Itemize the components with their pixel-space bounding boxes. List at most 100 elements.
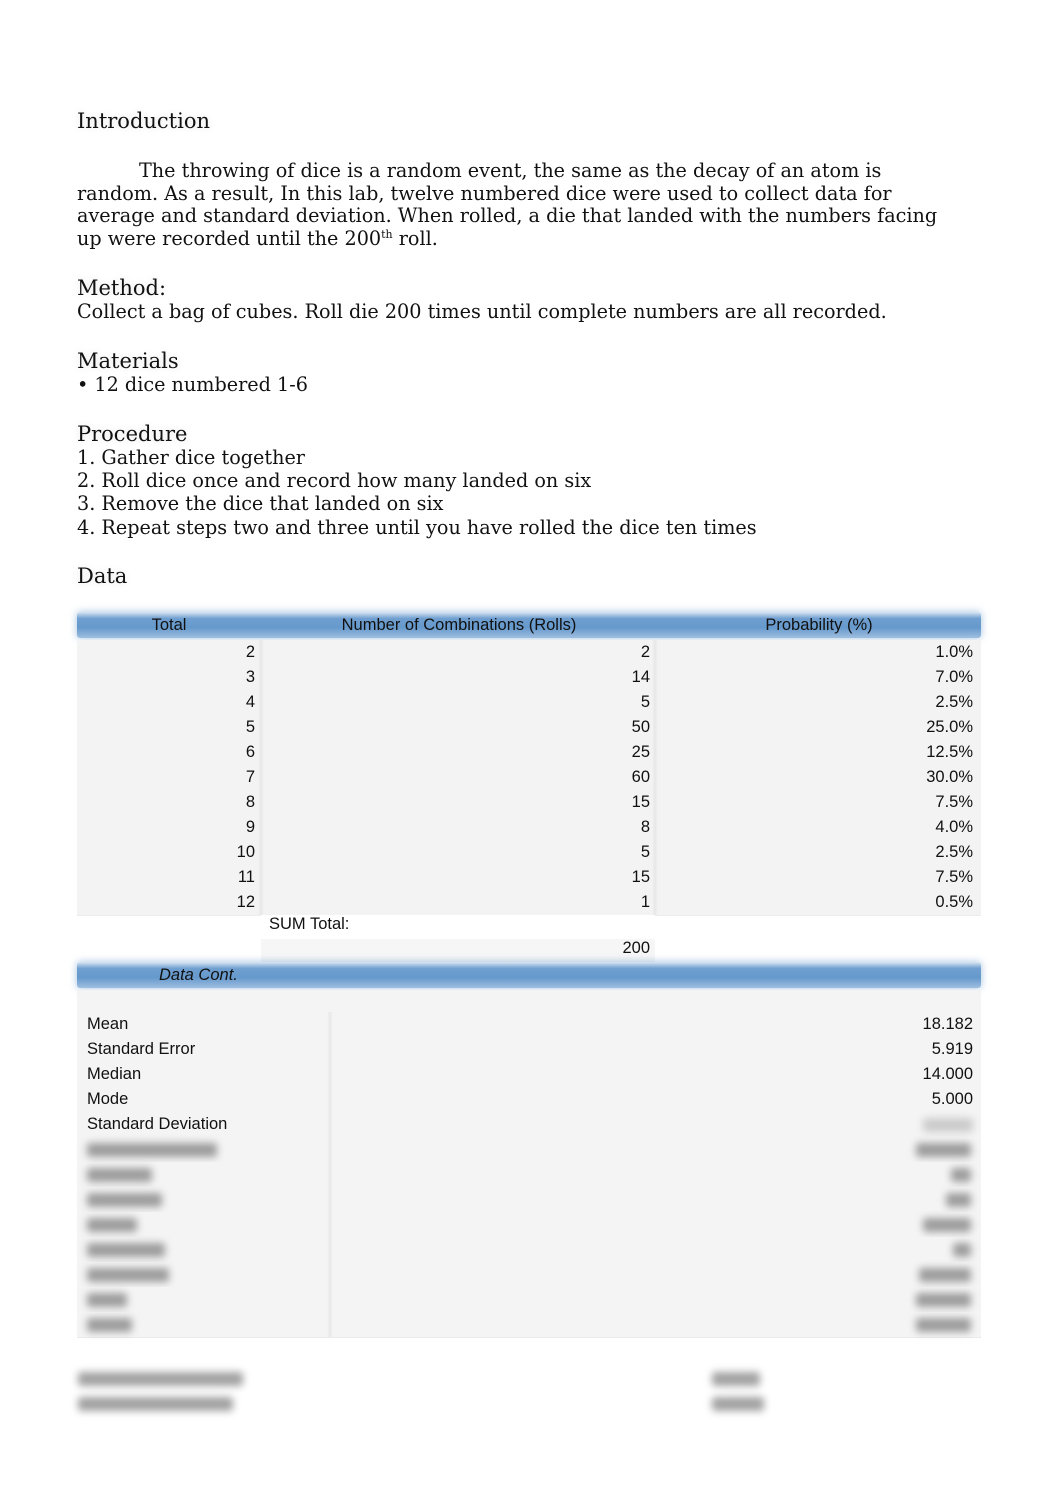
obscured-row	[77, 1137, 981, 1163]
probability-table: Total Number of Combinations (Rolls) Pro…	[77, 612, 981, 964]
obscured-value	[919, 1268, 971, 1282]
sum-value: 200	[622, 939, 650, 957]
column-divider	[652, 690, 658, 715]
ordinal-suffix: th	[381, 227, 393, 241]
cell-probability: 7.5%	[935, 868, 973, 886]
cell-probability: 25.0%	[926, 718, 973, 736]
column-divider	[258, 640, 264, 665]
cell-combinations: 15	[631, 793, 650, 811]
column-divider	[652, 715, 658, 740]
column-divider	[258, 865, 264, 890]
intro-line-1: The throwing of dice is a random event, …	[139, 159, 882, 182]
column-divider	[652, 865, 658, 890]
procedure-step: 1. Gather dice together	[77, 446, 305, 469]
table-row: 2 2 1.0%	[77, 640, 981, 666]
cell-probability: 30.0%	[926, 768, 973, 786]
obscured-row	[77, 1312, 981, 1338]
procedure-heading: Procedure	[77, 422, 188, 446]
obscured-row	[77, 1162, 981, 1188]
cell-total: 11	[237, 868, 255, 886]
stat-label: Standard Deviation	[87, 1115, 228, 1133]
table-header: Total Number of Combinations (Rolls) Pro…	[77, 612, 981, 638]
cell-probability: 2.5%	[935, 843, 973, 861]
column-divider	[652, 815, 658, 840]
obscured-row	[77, 1187, 981, 1213]
cell-total: 2	[245, 643, 255, 661]
stats-row: Mode 5.000	[77, 1087, 981, 1113]
cell-combinations: 14	[631, 668, 650, 686]
stats-row: Mean 18.182	[77, 1012, 981, 1038]
column-divider	[327, 1112, 333, 1137]
introduction-heading: Introduction	[77, 109, 210, 133]
cell-probability: 4.0%	[935, 818, 973, 836]
column-divider	[258, 715, 264, 740]
table-row: 4 5 2.5%	[77, 690, 981, 716]
column-divider	[327, 1187, 333, 1212]
cell-total: 3	[245, 668, 255, 686]
materials-item: • 12 dice numbered 1-6	[77, 373, 308, 396]
table-row: 5 50 25.0%	[77, 715, 981, 741]
obscured-value	[916, 1293, 971, 1307]
obscured-label	[87, 1143, 217, 1157]
column-divider	[327, 1037, 333, 1062]
materials-heading: Materials	[77, 349, 179, 373]
obscured-row	[77, 1212, 981, 1238]
stat-label: Median	[87, 1065, 142, 1083]
column-divider	[652, 890, 658, 915]
cell-total: 12	[236, 893, 255, 911]
stat-value: 5.000	[931, 1090, 973, 1108]
method-text: Collect a bag of cubes. Roll die 200 tim…	[77, 300, 887, 323]
table-row: 8 15 7.5%	[77, 790, 981, 816]
obscured-label	[87, 1168, 152, 1182]
column-divider	[327, 1062, 333, 1087]
cell-combinations: 1	[640, 893, 650, 911]
stats-table: Data Cont. Mean 18.182 Standard Error 5.919…	[77, 962, 981, 1342]
column-divider	[258, 890, 264, 915]
intro-line-4-end: roll.	[392, 226, 438, 250]
column-divider	[652, 840, 658, 865]
table-row: 7 60 30.0%	[77, 765, 981, 791]
stats-row: Median 14.000	[77, 1062, 981, 1088]
column-divider	[258, 840, 264, 865]
table-row: 3 14 7.0%	[77, 665, 981, 691]
stats-header: Data Cont.	[77, 962, 981, 988]
column-divider	[327, 1287, 333, 1312]
table-row: 6 25 12.5%	[77, 740, 981, 766]
table-row: 9 8 4.0%	[77, 815, 981, 841]
obscured-row	[77, 1237, 981, 1263]
cell-combinations: 8	[640, 818, 650, 836]
obscured-text	[712, 1397, 764, 1411]
obscured-label	[87, 1268, 169, 1282]
column-divider	[258, 765, 264, 790]
header-total: Total	[151, 616, 187, 634]
cell-total: 5	[245, 718, 255, 736]
stats-row: Standard Error 5.919	[77, 1037, 981, 1063]
cell-total: 9	[245, 818, 255, 836]
obscured-value	[916, 1143, 971, 1157]
obscured-text	[78, 1372, 243, 1386]
table-row: 10 5 2.5%	[77, 840, 981, 866]
obscured-value	[916, 1318, 971, 1332]
cell-total: 6	[245, 743, 255, 761]
obscured-row	[77, 1287, 981, 1313]
stat-value: 18.182	[922, 1015, 973, 1033]
cell-combinations: 5	[640, 843, 650, 861]
cell-combinations: 50	[631, 718, 650, 736]
column-divider	[327, 1012, 333, 1037]
cell-combinations: 60	[631, 768, 650, 786]
stat-value: 14.000	[922, 1065, 973, 1083]
stat-label: Mode	[87, 1090, 129, 1108]
intro-line-3: average and standard deviation. When rol…	[77, 204, 938, 228]
obscured-text	[78, 1397, 233, 1411]
column-divider	[327, 1237, 333, 1262]
column-divider	[258, 665, 264, 690]
cell-probability: 0.5%	[935, 893, 973, 911]
header-probability: Probability (%)	[765, 616, 873, 634]
procedure-step: 2. Roll dice once and record how many la…	[77, 469, 592, 492]
stat-label: Standard Error	[87, 1040, 196, 1058]
column-divider	[327, 1087, 333, 1112]
header-combinations: Number of Combinations (Rolls)	[341, 616, 577, 634]
column-divider	[327, 1312, 333, 1337]
cell-combinations: 5	[640, 693, 650, 711]
cell-probability: 12.5%	[926, 743, 973, 761]
